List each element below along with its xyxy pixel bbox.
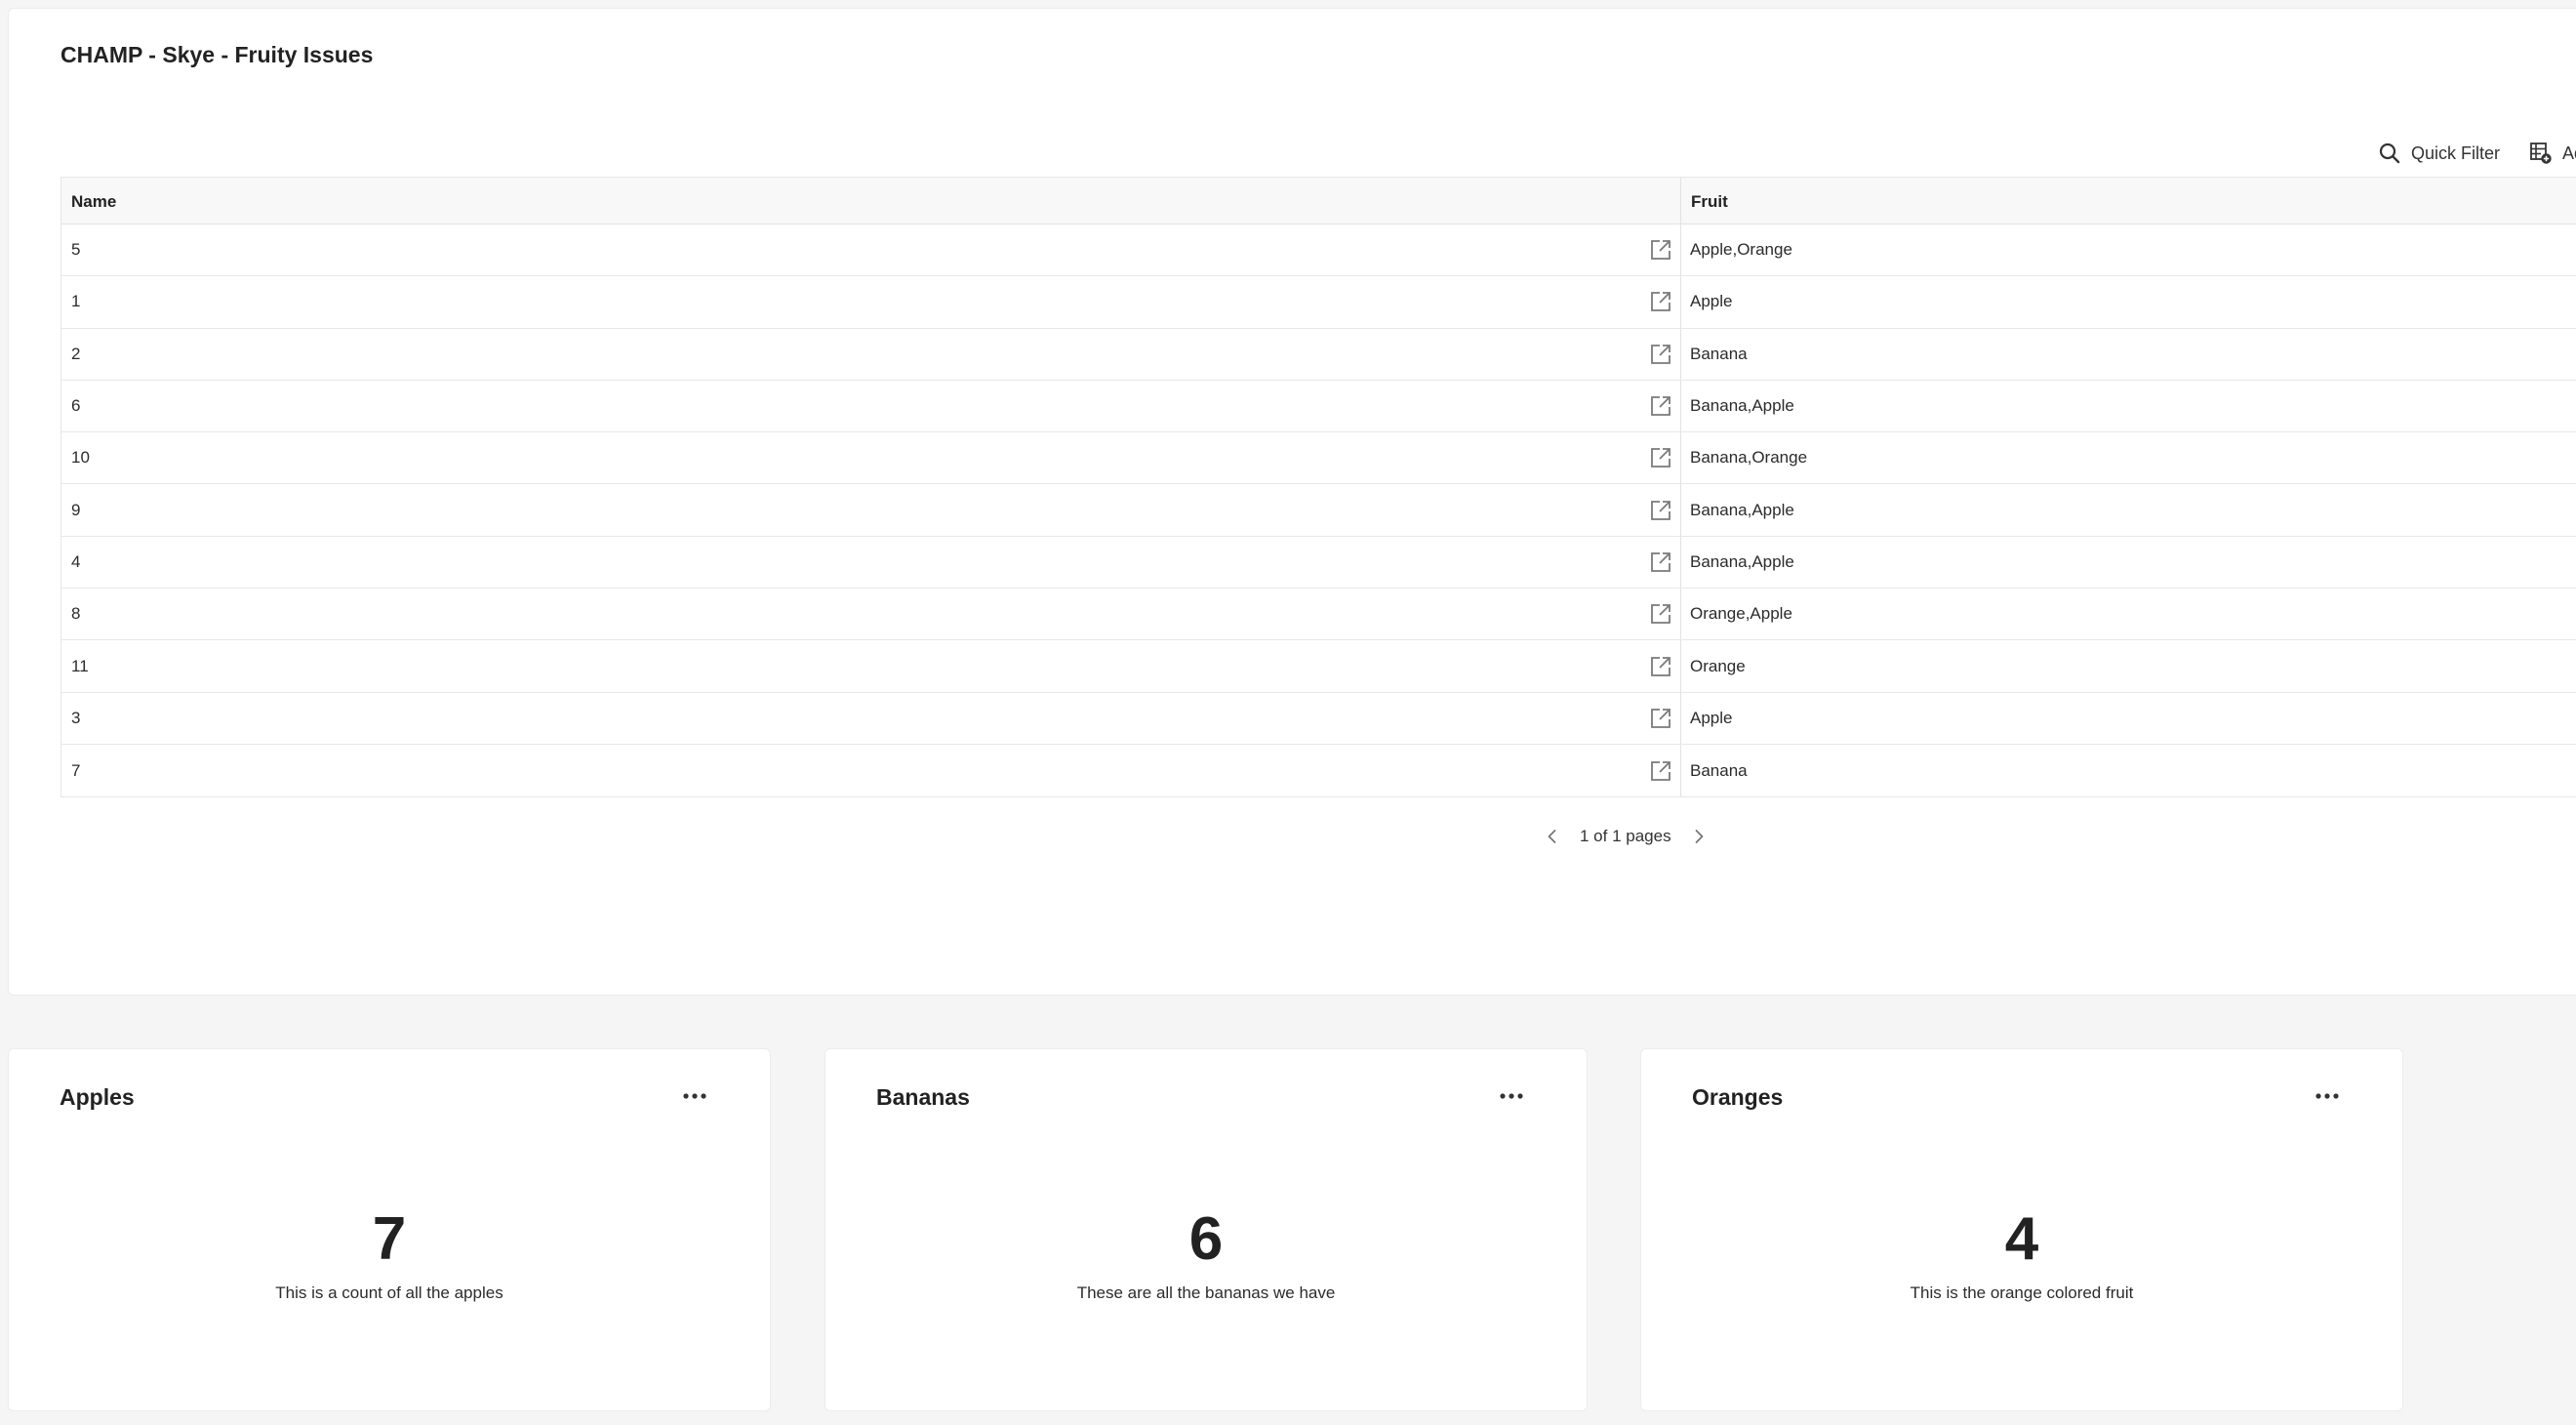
cell-fruit: Apple,Orange [1681, 224, 2576, 275]
chevron-right-icon[interactable] [1689, 827, 1709, 846]
column-header-fruit[interactable]: Fruit [1681, 178, 2576, 224]
cell-name: 2 [61, 328, 1681, 380]
open-external-icon[interactable] [1649, 343, 1672, 366]
cell-name: 7 [61, 744, 1681, 797]
pagination-label: 1 of 1 pages [1580, 827, 1671, 845]
cell-name-text: 3 [71, 708, 81, 727]
pagination: 1 of 1 pages [1543, 827, 1709, 846]
card-title: Apples [60, 1084, 135, 1110]
cell-fruit-text: Apple,Orange [1690, 240, 1792, 260]
card-title: Oranges [1692, 1084, 1784, 1110]
card-description: These are all the bananas we have [1076, 1283, 1336, 1302]
table-body: 5 Apple,Orange 1 Apple 2 Banana 6 Banana,Apple 1… [61, 224, 2576, 797]
cell-name: 9 [61, 484, 1681, 536]
cell-fruit: Banana,Apple [1681, 381, 2576, 431]
cell-name: 3 [61, 692, 1681, 744]
cell-fruit-text: Banana,Apple [1690, 551, 1794, 571]
cell-fruit: Orange,Apple [1681, 589, 2576, 639]
quick-filter-label: Quick Filter [2411, 142, 2501, 163]
card-title: Bananas [876, 1084, 970, 1110]
cell-name: 6 [61, 380, 1681, 432]
table-row[interactable]: 4 Banana,Apple [61, 536, 2576, 590]
column-header-name[interactable]: Name [61, 178, 1681, 224]
search-icon [2378, 142, 2401, 165]
table-row[interactable]: 7 Banana [61, 744, 2576, 797]
cell-fruit-text: Orange [1690, 656, 1746, 675]
cell-name-text: 2 [71, 344, 81, 363]
cell-name-text: 1 [71, 292, 81, 311]
cell-fruit: Orange [1681, 640, 2576, 691]
metric-card: Apples 7 This is a count of all the apples [8, 1048, 771, 1411]
cell-name-text: 4 [71, 551, 81, 571]
cell-fruit-text: Banana [1690, 344, 1748, 363]
data-table: Name Fruit 5 Apple,Orange 1 Apple 2 Banana 6 Ba… [60, 177, 2576, 798]
more-horizontal-icon[interactable] [680, 1088, 709, 1104]
table-row[interactable]: 8 Orange,Apple [61, 589, 2576, 641]
card-description: This is the orange colored fruit [1910, 1283, 2134, 1302]
cell-name: 10 [61, 432, 1681, 484]
table-panel: CHAMP - Skye - Fruity Issues Quick Filte… [8, 8, 2576, 996]
table-row[interactable]: 1 Apple [61, 276, 2576, 329]
open-external-icon[interactable] [1649, 759, 1672, 783]
add-button[interactable]: Add [2529, 142, 2576, 165]
cell-name: 11 [61, 640, 1681, 692]
cell-fruit: Banana [1681, 745, 2576, 796]
cell-fruit: Apple [1681, 693, 2576, 744]
table-row[interactable]: 9 Banana,Apple [61, 484, 2576, 537]
cell-fruit: Banana [1681, 329, 2576, 380]
chevron-left-icon[interactable] [1543, 827, 1562, 846]
table-row[interactable]: 2 Banana [61, 328, 2576, 381]
cell-name-text: 9 [71, 500, 81, 519]
cell-name-text: 7 [71, 760, 81, 780]
cell-name-text: 6 [71, 396, 81, 416]
cell-fruit-text: Apple [1690, 292, 1733, 311]
cell-name-text: 5 [71, 240, 81, 260]
cell-fruit: Banana,Orange [1681, 432, 2576, 483]
table-toolbar: Quick Filter Add [2378, 142, 2576, 165]
cell-fruit: Apple [1681, 276, 2576, 327]
cell-fruit: Banana,Apple [1681, 537, 2576, 588]
table-header: Name Fruit [61, 178, 2576, 224]
card-value: 6 [1188, 1205, 1224, 1273]
open-external-icon[interactable] [1649, 238, 1672, 262]
table-row[interactable]: 6 Banana,Apple [61, 380, 2576, 433]
cell-fruit-text: Banana,Apple [1690, 500, 1794, 519]
cell-name-text: 11 [71, 656, 89, 675]
metric-card: Bananas 6 These are all the bananas we hav… [825, 1048, 1588, 1411]
open-external-icon[interactable] [1649, 602, 1672, 626]
cell-name-text: 10 [71, 448, 90, 468]
add-label: Add [2562, 142, 2576, 163]
open-external-icon[interactable] [1649, 707, 1672, 730]
card-value: 4 [2004, 1205, 2039, 1273]
cell-fruit: Banana,Apple [1681, 484, 2576, 535]
add-column-icon [2529, 142, 2553, 165]
panel-title: CHAMP - Skye - Fruity Issues [60, 42, 374, 67]
card-description: This is a count of all the apples [275, 1283, 503, 1302]
table-row[interactable]: 5 Apple,Orange [61, 224, 2576, 277]
table-row[interactable]: 3 Apple [61, 692, 2576, 745]
open-external-icon[interactable] [1649, 394, 1672, 418]
open-external-icon[interactable] [1649, 290, 1672, 313]
more-horizontal-icon[interactable] [2313, 1088, 2342, 1104]
cell-name: 8 [61, 589, 1681, 640]
cell-name: 1 [61, 276, 1681, 328]
cell-fruit-text: Banana [1690, 760, 1748, 780]
cell-name: 5 [61, 224, 1681, 276]
cell-fruit-text: Banana,Orange [1690, 448, 1808, 468]
cell-fruit-text: Banana,Apple [1690, 396, 1794, 416]
open-external-icon[interactable] [1649, 550, 1672, 574]
cell-fruit-text: Apple [1690, 708, 1733, 727]
cell-fruit-text: Orange,Apple [1690, 604, 1792, 624]
more-horizontal-icon[interactable] [1497, 1088, 1526, 1104]
metric-card: Oranges 4 This is the orange colored fruit [1640, 1048, 2403, 1411]
table-row[interactable]: 11 Orange [61, 640, 2576, 693]
cell-name: 4 [61, 536, 1681, 589]
open-external-icon[interactable] [1649, 655, 1672, 678]
table-row[interactable]: 10 Banana,Orange [61, 432, 2576, 485]
open-external-icon[interactable] [1649, 446, 1672, 469]
card-value: 7 [372, 1205, 407, 1273]
open-external-icon[interactable] [1649, 499, 1672, 522]
cell-name-text: 8 [71, 604, 81, 624]
quick-filter-button[interactable]: Quick Filter [2378, 142, 2500, 165]
